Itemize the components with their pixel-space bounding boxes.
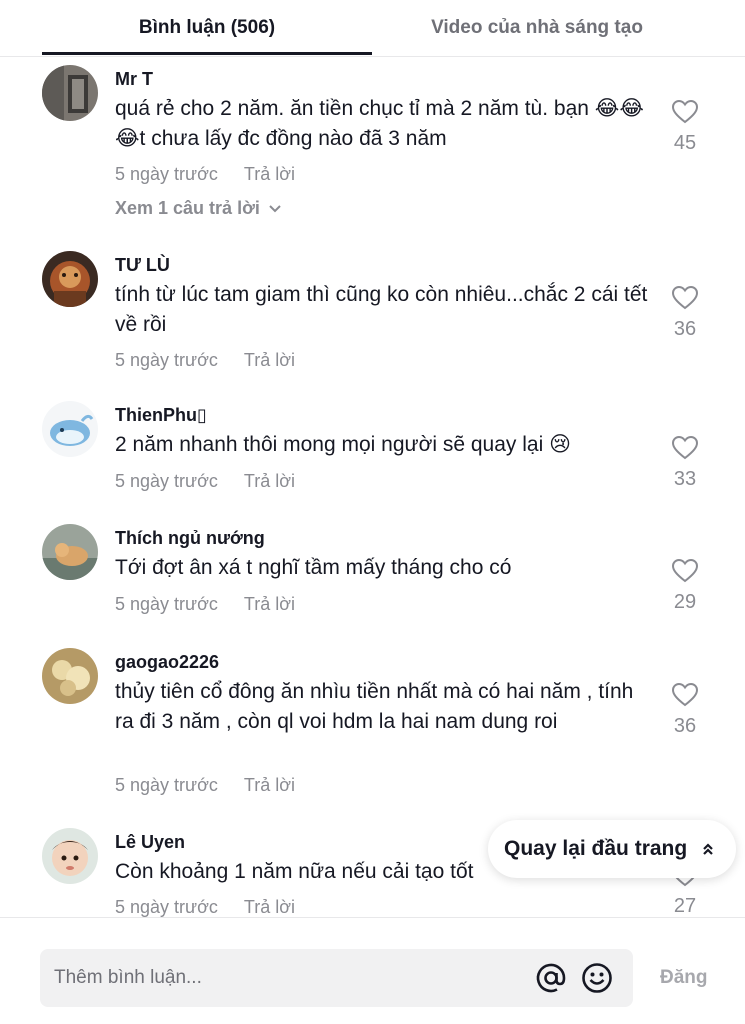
- comment-username[interactable]: ThienPhu▯: [115, 404, 207, 426]
- comment-input[interactable]: [54, 949, 514, 1007]
- comment-tabs: Bình luận (506) Video của nhà sáng tạo: [0, 0, 745, 57]
- like-count: 27: [673, 895, 697, 917]
- avatar[interactable]: [42, 401, 98, 457]
- view-replies-button[interactable]: Xem 1 câu trả lời: [115, 198, 282, 219]
- back-to-top-label: Quay lại đầu trang: [504, 837, 688, 860]
- chevron-down-icon: [269, 204, 281, 212]
- avatar[interactable]: [42, 828, 98, 884]
- double-chevron-up-icon: [703, 843, 713, 855]
- view-replies-label: Xem 1 câu trả lời: [115, 198, 260, 218]
- comment-time: 5 ngày trước: [115, 164, 218, 184]
- comment-input-container: [40, 949, 633, 1007]
- comment-meta: 5 ngày trước Trả lời: [115, 774, 295, 796]
- comment-meta: 5 ngày trước Trả lời: [115, 896, 295, 917]
- reply-button[interactable]: Trả lời: [244, 350, 295, 370]
- comment-composer: Đăng: [0, 917, 745, 1024]
- comment-text: Tới đợt ân xá t nghĩ tầm mấy tháng cho c…: [115, 556, 512, 579]
- comment-username[interactable]: Mr T: [115, 68, 153, 90]
- reply-button[interactable]: Trả lời: [244, 775, 295, 795]
- reply-button[interactable]: Trả lời: [244, 471, 295, 491]
- heart-icon: [671, 435, 699, 460]
- comment-meta: 5 ngày trước Trả lời: [115, 163, 295, 185]
- heart-icon: [671, 558, 699, 583]
- comment-username[interactable]: gaogao2226: [115, 651, 219, 673]
- reply-button[interactable]: Trả lời: [244, 897, 295, 917]
- heart-icon: [671, 682, 699, 707]
- heart-icon: [671, 285, 699, 310]
- comment-text: tính từ lúc tam giam thì cũng ko còn nhi…: [115, 283, 648, 336]
- heart-icon: [671, 99, 699, 124]
- post-button[interactable]: Đăng: [660, 967, 708, 989]
- reply-button[interactable]: Trả lời: [244, 164, 295, 184]
- like-button[interactable]: 36: [660, 682, 710, 738]
- tab-creator-videos[interactable]: Video của nhà sáng tạo: [372, 0, 702, 56]
- comment-list[interactable]: Mr T quá rẻ cho 2 năm. ăn tiền chục tỉ m…: [0, 57, 745, 917]
- comment-time: 5 ngày trước: [115, 897, 218, 917]
- like-count: 36: [673, 318, 697, 340]
- comment-time: 5 ngày trước: [115, 471, 218, 491]
- avatar[interactable]: [42, 65, 98, 121]
- comment-meta: 5 ngày trước Trả lời: [115, 470, 295, 492]
- avatar[interactable]: [42, 251, 98, 307]
- like-button[interactable]: 33: [660, 435, 710, 491]
- like-count: 45: [673, 132, 697, 154]
- comment-username[interactable]: Lê Uyen: [115, 831, 185, 853]
- comment-time: 5 ngày trước: [115, 775, 218, 795]
- comment-username[interactable]: Thích ngủ nướng: [115, 527, 265, 549]
- like-button[interactable]: 45: [660, 99, 710, 155]
- avatar[interactable]: [42, 524, 98, 580]
- like-count: 33: [673, 468, 697, 490]
- comment-text: quá rẻ cho 2 năm. ăn tiền chục tỉ mà 2 n…: [115, 97, 644, 150]
- back-to-top-button[interactable]: Quay lại đầu trang: [488, 820, 736, 878]
- tab-comments[interactable]: Bình luận (506): [42, 0, 372, 56]
- comment-meta: 5 ngày trước Trả lời: [115, 593, 295, 615]
- like-button[interactable]: 29: [660, 558, 710, 614]
- like-count: 29: [673, 591, 697, 613]
- emoji-icon[interactable]: [581, 962, 613, 994]
- comment-time: 5 ngày trước: [115, 594, 218, 614]
- comment-text: thủy tiên cổ đông ăn nhìu tiền nhất mà c…: [115, 680, 634, 733]
- comment-username[interactable]: TƯ LÙ: [115, 254, 170, 276]
- comment-meta: 5 ngày trước Trả lời: [115, 349, 295, 371]
- reply-button[interactable]: Trả lời: [244, 594, 295, 614]
- active-tab-indicator: [42, 52, 372, 55]
- like-button[interactable]: 36: [660, 285, 710, 341]
- comment-text: 2 năm nhanh thôi mong mọi người sẽ quay …: [115, 433, 571, 456]
- comment-time: 5 ngày trước: [115, 350, 218, 370]
- like-count: 36: [673, 715, 697, 737]
- at-mention-icon[interactable]: [535, 962, 567, 994]
- avatar[interactable]: [42, 648, 98, 704]
